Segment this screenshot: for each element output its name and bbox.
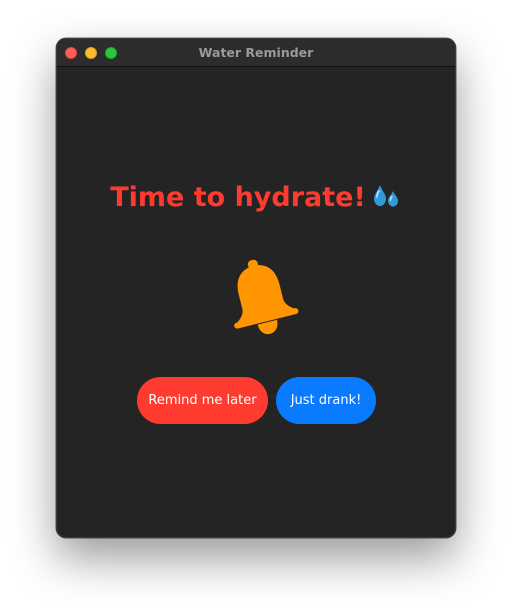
bell-icon [219, 255, 303, 339]
app-window: Water Reminder Time to hydrate! Remind m… [56, 38, 456, 538]
sweat-droplets-icon [372, 183, 402, 218]
window-title: Water Reminder [198, 45, 314, 60]
reminder-headline: Time to hydrate! [57, 182, 455, 218]
remind-later-button[interactable]: Remind me later [137, 377, 268, 424]
just-drank-button[interactable]: Just drank! [276, 377, 376, 424]
title-bar[interactable]: Water Reminder [57, 39, 455, 67]
headline-text: Time to hydrate! [110, 182, 366, 213]
